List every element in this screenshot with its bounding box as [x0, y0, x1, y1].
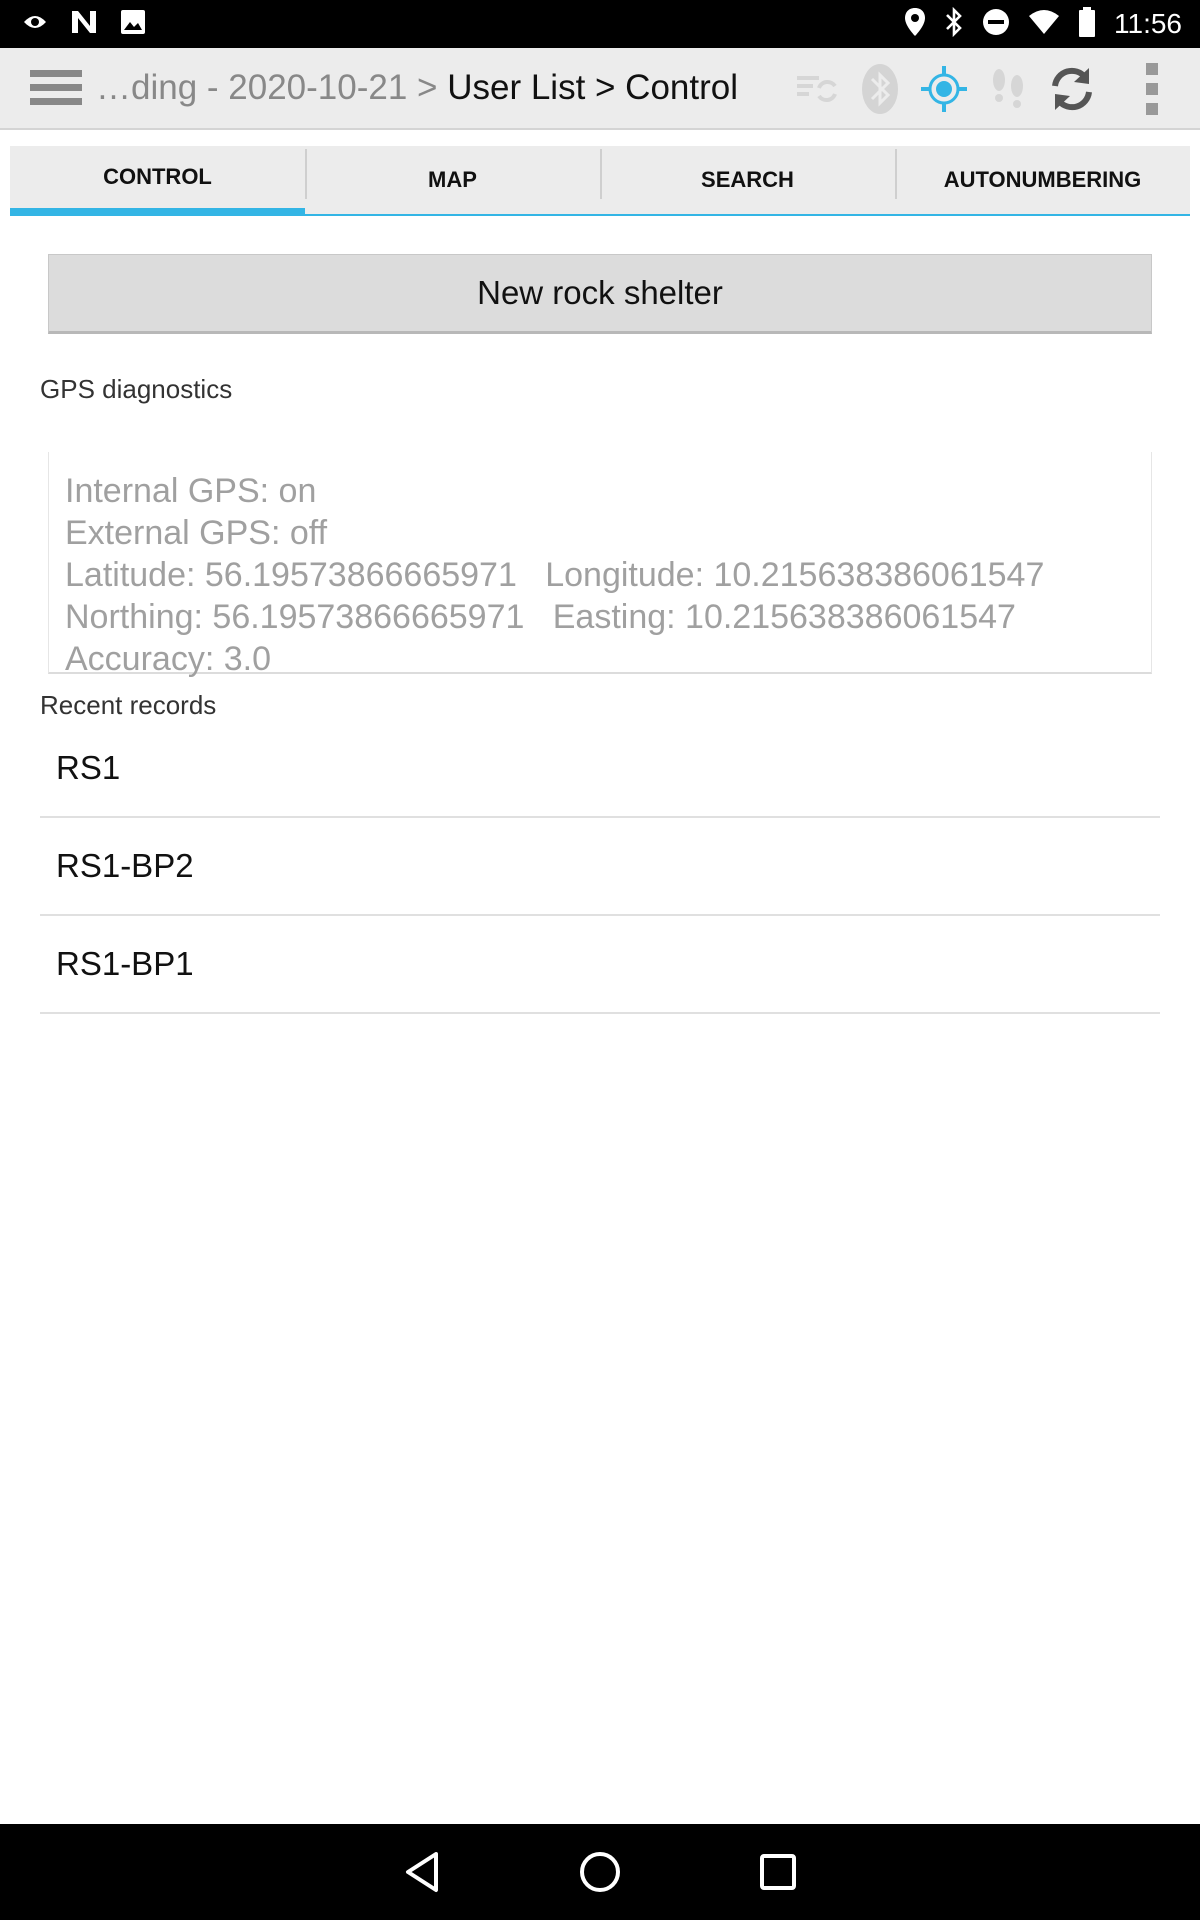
recents-icon — [760, 1854, 796, 1890]
recent-records-label: Recent records — [40, 690, 217, 720]
home-button[interactable] — [570, 1842, 630, 1902]
do-not-disturb-icon — [982, 8, 1010, 40]
gps-external: External GPS: off — [65, 514, 328, 552]
tab-autonumbering[interactable]: AUTONUMBERING — [895, 146, 1190, 216]
refresh-icon[interactable] — [1040, 48, 1104, 130]
home-icon — [580, 1852, 620, 1892]
gps-lat-long: Latitude: 56.19573866665971 Longitude: 1… — [65, 556, 1045, 594]
eye-icon — [22, 12, 48, 36]
breadcrumb-current: User List > Control — [447, 68, 739, 107]
location-icon — [904, 7, 926, 41]
tab-control[interactable]: CONTROL — [10, 146, 305, 216]
gps-accuracy: Accuracy: 3.0 — [65, 640, 271, 678]
list-item[interactable]: RS1-BP2 — [40, 818, 1160, 916]
list-item[interactable]: RS1 — [40, 720, 1160, 818]
wifi-icon — [1028, 9, 1060, 39]
back-icon — [406, 1852, 438, 1892]
list-item[interactable]: RS1-BP1 — [40, 916, 1160, 1014]
footsteps-icon[interactable] — [976, 48, 1040, 130]
n-logo-icon — [70, 9, 98, 39]
gps-northing-easting: Northing: 56.19573866665971 Easting: 10.… — [65, 598, 1016, 636]
navigation-drawer-button[interactable] — [16, 47, 96, 129]
control-panel: New rock shelter GPS diagnostics Interna… — [10, 216, 1190, 1824]
new-rock-shelter-button[interactable]: New rock shelter — [48, 254, 1152, 334]
back-button[interactable] — [392, 1842, 452, 1902]
breadcrumb-prefix: …ding - 2020-10-21 > — [96, 68, 448, 107]
navigation-bar — [0, 1824, 1200, 1920]
gps-target-icon[interactable] — [912, 48, 976, 130]
recent-records-list: RS1 RS1-BP2 RS1-BP1 — [40, 720, 1160, 1014]
gps-diagnostics-box: Internal GPS: on External GPS: off Latit… — [48, 452, 1152, 678]
gps-internal: Internal GPS: on — [65, 472, 317, 510]
tab-search[interactable]: SEARCH — [600, 146, 895, 216]
image-icon — [120, 9, 146, 39]
battery-icon — [1078, 7, 1096, 41]
action-bar: …ding - 2020-10-21 > User List > Control — [0, 48, 1200, 130]
bluetooth-icon — [944, 6, 964, 41]
status-bar: 11:56 — [0, 0, 1200, 48]
gps-diagnostics-label: GPS diagnostics — [40, 374, 233, 404]
breadcrumb: …ding - 2020-10-21 > User List > Control — [96, 68, 738, 108]
sync-status-icon[interactable] — [784, 48, 848, 130]
overflow-menu-icon[interactable] — [1104, 48, 1200, 130]
recents-button[interactable] — [748, 1842, 808, 1902]
bluetooth-icon[interactable] — [848, 48, 912, 130]
hamburger-menu-icon — [30, 70, 82, 105]
tab-bar: CONTROL MAP SEARCH AUTONUMBERING — [10, 146, 1190, 216]
clock: 11:56 — [1114, 8, 1182, 39]
tab-map[interactable]: MAP — [305, 146, 600, 216]
